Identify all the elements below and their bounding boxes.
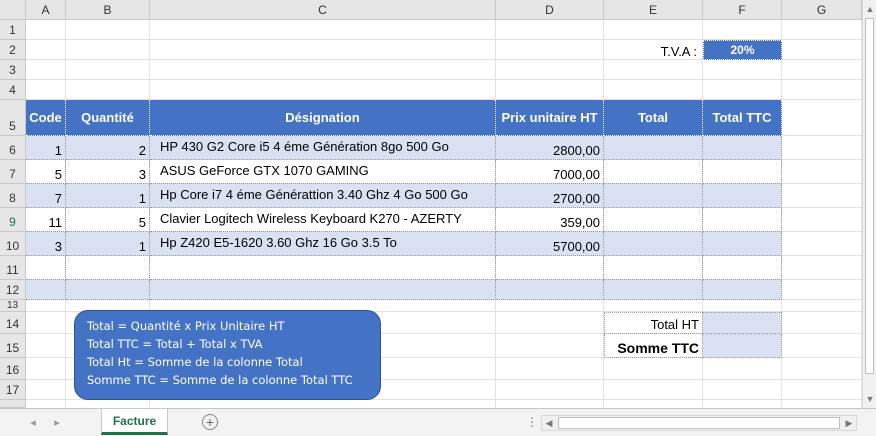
row-header-13[interactable]: 13 (0, 300, 26, 312)
tab-prev-icon[interactable]: ◂ (26, 415, 40, 429)
row-header-3[interactable]: 3 (0, 60, 26, 80)
cell-total-ttc[interactable] (703, 232, 782, 256)
row-header-4[interactable]: 4 (0, 80, 26, 100)
empty-cell[interactable] (150, 256, 496, 280)
row-header-15[interactable]: 15 (0, 334, 26, 358)
header-prix-unitaire[interactable]: Prix unitaire HT (496, 100, 604, 136)
row-header-10[interactable]: 10 (0, 232, 26, 256)
sheet-tab-facture[interactable]: Facture (101, 409, 168, 435)
empty-cell[interactable] (496, 280, 604, 300)
cell-code[interactable]: 1 (26, 136, 66, 160)
cell-total-ttc[interactable] (703, 160, 782, 184)
cell-prix[interactable]: 359,00 (496, 208, 604, 232)
empty-cell[interactable] (66, 256, 150, 280)
row-header-2[interactable]: 2 (0, 40, 26, 60)
column-header-d[interactable]: D (496, 0, 604, 20)
cell-total-ttc[interactable] (703, 184, 782, 208)
empty-cell[interactable] (703, 280, 782, 300)
horizontal-scrollbar[interactable]: ◀ ▶ (541, 415, 857, 431)
add-sheet-icon[interactable]: + (202, 414, 218, 430)
cell-total-ttc[interactable] (703, 136, 782, 160)
cell-total-ttc[interactable] (703, 208, 782, 232)
cell-quantite[interactable]: 2 (66, 136, 150, 160)
column-header-c[interactable]: C (150, 0, 496, 20)
total-ht-label[interactable]: Total HT (604, 312, 703, 334)
tab-next-icon[interactable]: ▸ (50, 415, 64, 429)
cell-total[interactable] (604, 136, 703, 160)
empty-cell[interactable] (496, 256, 604, 280)
tva-label[interactable]: T.V.A : (604, 40, 703, 60)
note-line: Somme TTC = Somme de la colonne Total TT… (87, 373, 353, 387)
split-handle-icon[interactable]: ⋮ (526, 415, 538, 429)
row-header-17[interactable]: 17 (0, 380, 26, 400)
row-header-8[interactable]: 8 (0, 184, 26, 208)
cell-prix[interactable]: 2800,00 (496, 136, 604, 160)
cell-quantite[interactable]: 3 (66, 160, 150, 184)
header-total-ttc[interactable]: Total TTC (703, 100, 782, 136)
cell-quantite[interactable]: 5 (66, 208, 150, 232)
cell-quantite[interactable]: 1 (66, 184, 150, 208)
row-header-12[interactable]: 12 (0, 280, 26, 300)
scroll-left-icon[interactable]: ◀ (542, 416, 556, 430)
formula-note-shape[interactable]: Total = Quantité x Prix Unitaire HT Tota… (74, 310, 381, 400)
column-header-b[interactable]: B (66, 0, 150, 20)
row-header-7[interactable]: 7 (0, 160, 26, 184)
vertical-scrollbar[interactable]: ▲ ▼ (862, 0, 876, 408)
cell-code[interactable]: 3 (26, 232, 66, 256)
empty-cell[interactable] (26, 280, 66, 300)
cell-code[interactable]: 11 (26, 208, 66, 232)
cell-designation[interactable]: Clavier Logitech Wireless Keyboard K270 … (150, 208, 496, 232)
note-line: Total TTC = Total + Total x TVA (87, 337, 263, 351)
scroll-right-icon[interactable]: ▶ (842, 416, 856, 430)
empty-cell[interactable] (66, 280, 150, 300)
note-line: Total Ht = Somme de la colonne Total (87, 355, 303, 369)
scroll-up-icon[interactable]: ▲ (863, 2, 876, 16)
select-all-corner[interactable] (0, 0, 26, 20)
row-header-5[interactable]: 5 (0, 100, 26, 136)
row-header-11[interactable]: 11 (0, 256, 26, 280)
row-header-18[interactable] (0, 400, 26, 408)
cell-total[interactable] (604, 160, 703, 184)
somme-ttc-value[interactable] (703, 334, 782, 358)
cell-code[interactable]: 7 (26, 184, 66, 208)
empty-cell[interactable] (26, 256, 66, 280)
header-designation[interactable]: Désignation (150, 100, 496, 136)
row-header-6[interactable]: 6 (0, 136, 26, 160)
header-total[interactable]: Total (604, 100, 703, 136)
cell-total[interactable] (604, 184, 703, 208)
column-header-f[interactable]: F (703, 0, 782, 20)
row-header-1[interactable]: 1 (0, 20, 26, 40)
column-header-a[interactable]: A (26, 0, 66, 20)
tva-value[interactable]: 20% (703, 40, 782, 60)
somme-ttc-label[interactable]: Somme TTC (604, 334, 703, 358)
cell-code[interactable]: 5 (26, 160, 66, 184)
cell-prix[interactable]: 5700,00 (496, 232, 604, 256)
sheet-tab-bar: ◂ ▸ Facture + ⋮ ◀ ▶ (0, 408, 876, 436)
column-header-e[interactable]: E (604, 0, 703, 20)
row-header-16[interactable]: 16 (0, 358, 26, 380)
vertical-scroll-thumb[interactable] (865, 18, 874, 374)
cell-designation[interactable]: HP 430 G2 Core i5 4 éme Génération 8go 5… (150, 136, 496, 160)
total-ht-value[interactable] (703, 312, 782, 334)
header-quantite[interactable]: Quantité (66, 100, 150, 136)
row-header-14[interactable]: 14 (0, 312, 26, 334)
cell-quantite[interactable]: 1 (66, 232, 150, 256)
header-code[interactable]: Code (26, 100, 66, 136)
scroll-down-icon[interactable]: ▼ (863, 392, 876, 406)
cell-designation[interactable]: ASUS GeForce GTX 1070 GAMING (150, 160, 496, 184)
empty-cell[interactable] (604, 256, 703, 280)
horizontal-scroll-thumb[interactable] (558, 417, 840, 429)
note-line: Total = Quantité x Prix Unitaire HT (87, 319, 285, 333)
column-header-g[interactable]: G (782, 0, 862, 20)
cell-designation[interactable]: Hp Core i7 4 éme Générattion 3.40 Ghz 4 … (150, 184, 496, 208)
cell-prix[interactable]: 7000,00 (496, 160, 604, 184)
cell-prix[interactable]: 2700,00 (496, 184, 604, 208)
row-header-9[interactable]: 9 (0, 208, 26, 232)
empty-cell[interactable] (604, 280, 703, 300)
cell-designation[interactable]: Hp Z420 E5-1620 3.60 Ghz 16 Go 3.5 To (150, 232, 496, 256)
cell-total[interactable] (604, 232, 703, 256)
empty-cell[interactable] (150, 280, 496, 300)
empty-cell[interactable] (703, 256, 782, 280)
cell-total[interactable] (604, 208, 703, 232)
